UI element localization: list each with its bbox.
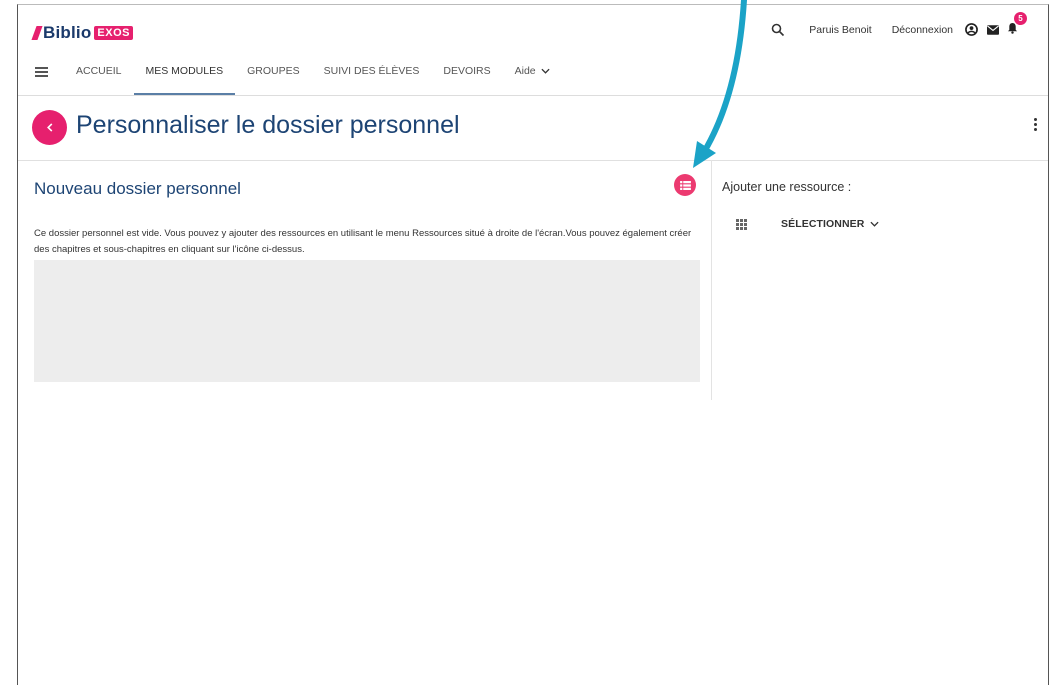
back-button[interactable] xyxy=(32,110,67,145)
nav-tabs: ACCUEIL MES MODULES GROUPES SUIVI DES ÉL… xyxy=(64,49,562,95)
account-icon[interactable] xyxy=(965,23,978,36)
tab-aide-label: Aide xyxy=(514,65,536,77)
select-label: SÉLECTIONNER xyxy=(781,218,865,230)
tab-devoirs[interactable]: DEVOIRS xyxy=(431,49,502,93)
empty-folder-message: Ce dossier personnel est vide. Vous pouv… xyxy=(34,228,692,255)
resources-panel: Ajouter une ressource : SÉLECTIONNER xyxy=(712,160,1048,400)
notifications[interactable]: 5 xyxy=(1007,12,1027,37)
chevron-left-icon xyxy=(46,123,52,132)
tab-accueil[interactable]: ACCUEIL xyxy=(64,49,134,93)
chevron-down-icon xyxy=(870,221,880,227)
page-title: Personnaliser le dossier personnel xyxy=(76,111,460,139)
resource-select-dropdown[interactable]: SÉLECTIONNER xyxy=(736,218,880,230)
folder-panel: Nouveau dossier personnel Ce dossier per… xyxy=(18,160,712,400)
tab-suivi-eleves[interactable]: SUIVI DES ÉLÈVES xyxy=(312,49,432,93)
menu-icon[interactable] xyxy=(35,67,48,77)
search-icon[interactable] xyxy=(771,23,785,37)
tab-groupes[interactable]: GROUPES xyxy=(235,49,312,93)
tab-aide[interactable]: Aide xyxy=(503,49,562,93)
header-tools: Paruis Benoit Déconnexion 5 xyxy=(771,12,1027,37)
tab-mes-modules[interactable]: MES MODULES xyxy=(133,49,236,95)
page-header: Personnaliser le dossier personnel xyxy=(18,96,1048,161)
user-name[interactable]: Paruis Benoit xyxy=(809,24,871,36)
app-window: Biblio EXOS Paruis Benoit Déconnexion 5 … xyxy=(17,4,1049,685)
notification-badge: 5 xyxy=(1014,12,1027,25)
folder-title: Nouveau dossier personnel xyxy=(34,179,241,198)
apps-grid-icon xyxy=(736,218,747,230)
logo-badge: EXOS xyxy=(94,26,133,40)
chevron-down-icon xyxy=(541,68,550,74)
brand-logo[interactable]: Biblio EXOS xyxy=(31,23,133,43)
mail-icon[interactable] xyxy=(987,24,999,35)
add-chapter-button[interactable] xyxy=(674,174,696,196)
folder-drop-zone[interactable] xyxy=(34,260,700,382)
top-bar: Biblio EXOS Paruis Benoit Déconnexion 5 xyxy=(18,5,1048,49)
logo-text: Biblio xyxy=(43,23,92,42)
more-vert-icon[interactable] xyxy=(1034,118,1038,133)
list-add-icon xyxy=(679,180,691,190)
logo-slash xyxy=(31,26,43,40)
resources-title: Ajouter une ressource : xyxy=(722,180,852,194)
logout-link[interactable]: Déconnexion xyxy=(892,24,953,36)
main-nav: ACCUEIL MES MODULES GROUPES SUIVI DES ÉL… xyxy=(18,49,1048,96)
